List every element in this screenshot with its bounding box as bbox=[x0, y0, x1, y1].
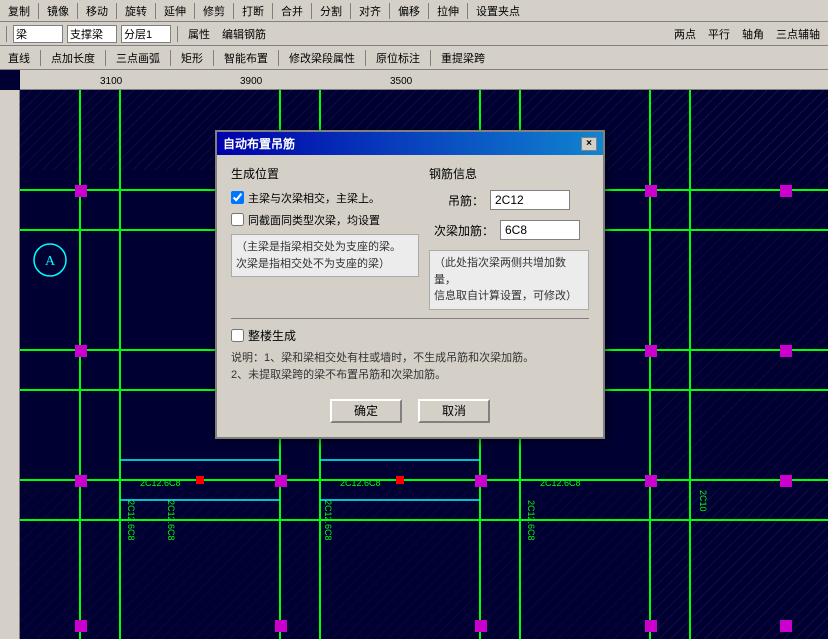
left-section-title: 生成位置 bbox=[231, 165, 419, 182]
sep2 bbox=[77, 3, 78, 19]
sep9 bbox=[350, 3, 351, 19]
checkbox1-label: 主梁与次梁相交，主梁上。 bbox=[248, 190, 380, 206]
sep12 bbox=[467, 3, 468, 19]
right-section-title: 钢筋信息 bbox=[429, 165, 589, 182]
property-btn[interactable]: 属性 bbox=[184, 25, 214, 43]
checkbox2[interactable] bbox=[231, 213, 244, 226]
separator bbox=[231, 318, 589, 319]
copy-btn[interactable]: 复制 bbox=[4, 2, 34, 20]
sep7 bbox=[272, 3, 273, 19]
sep6 bbox=[233, 3, 234, 19]
clamp-btn[interactable]: 设置夹点 bbox=[472, 2, 524, 20]
sep-t2-1 bbox=[6, 26, 7, 42]
point-extend-btn[interactable]: 点加长度 bbox=[47, 49, 99, 67]
modify-seg-btn[interactable]: 修改梁段属性 bbox=[285, 49, 359, 67]
rebar1-label: 吊筋： bbox=[429, 192, 484, 209]
toolbar-2: 梁 支撑梁 分层1 属性 编辑钢筋 两点 平行 轴角 三点辅轴 bbox=[0, 22, 828, 46]
rebar1-row: 吊筋： bbox=[429, 190, 589, 210]
support-beam-dropdown[interactable]: 支撑梁 bbox=[67, 25, 117, 43]
rebar2-label: 次梁加筋： bbox=[429, 222, 494, 239]
sep4 bbox=[155, 3, 156, 19]
sep-t3-6 bbox=[365, 50, 366, 66]
layer-dropdown[interactable]: 分层1 bbox=[121, 25, 171, 43]
toolbar-1: 复制 镜像 移动 旋转 延伸 修剪 打断 合并 分割 对齐 偏移 拉伸 设置夹点 bbox=[0, 0, 828, 22]
dialog-buttons: 确定 取消 bbox=[231, 393, 589, 427]
dialog-right-panel: 钢筋信息 吊筋： 次梁加筋： （此处指次梁两侧共增加数量， 信息取自计算设置，可… bbox=[429, 165, 589, 310]
ok-button[interactable]: 确定 bbox=[330, 399, 402, 423]
trim-btn[interactable]: 修剪 bbox=[199, 2, 229, 20]
auto-layout-dialog: 自动布置吊筋 × 生成位置 主梁与次梁相交，主梁上。 同截面同类型次梁，均设 bbox=[215, 130, 605, 439]
cancel-button[interactable]: 取消 bbox=[418, 399, 490, 423]
sep1 bbox=[38, 3, 39, 19]
stretch-btn[interactable]: 拉伸 bbox=[433, 2, 463, 20]
dialog-close-button[interactable]: × bbox=[581, 137, 597, 151]
sep3 bbox=[116, 3, 117, 19]
move-btn[interactable]: 移动 bbox=[82, 2, 112, 20]
checkbox3-row: 整楼生成 bbox=[231, 327, 589, 344]
beam-type-dropdown[interactable]: 梁 bbox=[13, 25, 63, 43]
smart-layout-btn[interactable]: 智能布置 bbox=[220, 49, 272, 67]
line-btn[interactable]: 直线 bbox=[4, 49, 34, 67]
rebar1-input[interactable] bbox=[490, 190, 570, 210]
rect-btn[interactable]: 矩形 bbox=[177, 49, 207, 67]
sep-t3-7 bbox=[430, 50, 431, 66]
description-text: 说明：1、梁和梁相交处有柱或墙时，不生成吊筋和次梁加筋。 2、未提取梁跨的梁不布… bbox=[231, 350, 589, 385]
checkbox3[interactable] bbox=[231, 329, 244, 342]
arc-btn[interactable]: 三点画弧 bbox=[112, 49, 164, 67]
rebar2-row: 次梁加筋： bbox=[429, 220, 589, 240]
sep-t2-2 bbox=[177, 26, 178, 42]
three-point-axis-btn[interactable]: 三点辅轴 bbox=[772, 25, 824, 43]
checkbox3-label: 整楼生成 bbox=[248, 327, 296, 344]
modal-overlay: 自动布置吊筋 × 生成位置 主梁与次梁相交，主梁上。 同截面同类型次梁，均设 bbox=[0, 70, 828, 639]
merge-btn[interactable]: 合并 bbox=[277, 2, 307, 20]
sep-t3-5 bbox=[278, 50, 279, 66]
break-btn[interactable]: 打断 bbox=[238, 2, 268, 20]
dialog-title: 自动布置吊筋 bbox=[223, 135, 295, 152]
sep-t3-4 bbox=[213, 50, 214, 66]
split-btn[interactable]: 分割 bbox=[316, 2, 346, 20]
offset-btn[interactable]: 偏移 bbox=[394, 2, 424, 20]
rebar-note: （此处指次梁两侧共增加数量， 信息取自计算设置，可修改） bbox=[429, 250, 589, 310]
sep10 bbox=[389, 3, 390, 19]
mark-btn[interactable]: 原位标注 bbox=[372, 49, 424, 67]
axis-angle-btn[interactable]: 轴角 bbox=[738, 25, 768, 43]
checkbox2-label: 同截面同类型次梁，均设置 bbox=[248, 212, 380, 228]
mirror-btn[interactable]: 镜像 bbox=[43, 2, 73, 20]
sep-t3-2 bbox=[105, 50, 106, 66]
dialog-body: 生成位置 主梁与次梁相交，主梁上。 同截面同类型次梁，均设置 （主梁是指梁相交处… bbox=[217, 155, 603, 437]
extend-btn[interactable]: 延伸 bbox=[160, 2, 190, 20]
sep-t3-3 bbox=[170, 50, 171, 66]
checkbox1-row: 主梁与次梁相交，主梁上。 bbox=[231, 190, 419, 206]
note1-text: （主梁是指梁相交处为支座的梁。 次梁是指相交处不为支座的梁） bbox=[231, 234, 419, 277]
toolbar-3: 直线 点加长度 三点画弧 矩形 智能布置 修改梁段属性 原位标注 重提梁跨 bbox=[0, 46, 828, 70]
sep-t3-1 bbox=[40, 50, 41, 66]
dialog-left-panel: 生成位置 主梁与次梁相交，主梁上。 同截面同类型次梁，均设置 （主梁是指梁相交处… bbox=[231, 165, 419, 310]
checkbox1[interactable] bbox=[231, 191, 244, 204]
dialog-columns: 生成位置 主梁与次梁相交，主梁上。 同截面同类型次梁，均设置 （主梁是指梁相交处… bbox=[231, 165, 589, 310]
two-point-btn[interactable]: 两点 bbox=[670, 25, 700, 43]
parallel-btn[interactable]: 平行 bbox=[704, 25, 734, 43]
align-btn[interactable]: 对齐 bbox=[355, 2, 385, 20]
sep5 bbox=[194, 3, 195, 19]
checkbox2-row: 同截面同类型次梁，均设置 bbox=[231, 212, 419, 228]
edit-rebar-btn[interactable]: 编辑钢筋 bbox=[218, 25, 270, 43]
re-fetch-btn[interactable]: 重提梁跨 bbox=[437, 49, 489, 67]
rebar2-input[interactable] bbox=[500, 220, 580, 240]
sep8 bbox=[311, 3, 312, 19]
dialog-titlebar: 自动布置吊筋 × bbox=[217, 132, 603, 155]
sep11 bbox=[428, 3, 429, 19]
rotate-btn[interactable]: 旋转 bbox=[121, 2, 151, 20]
